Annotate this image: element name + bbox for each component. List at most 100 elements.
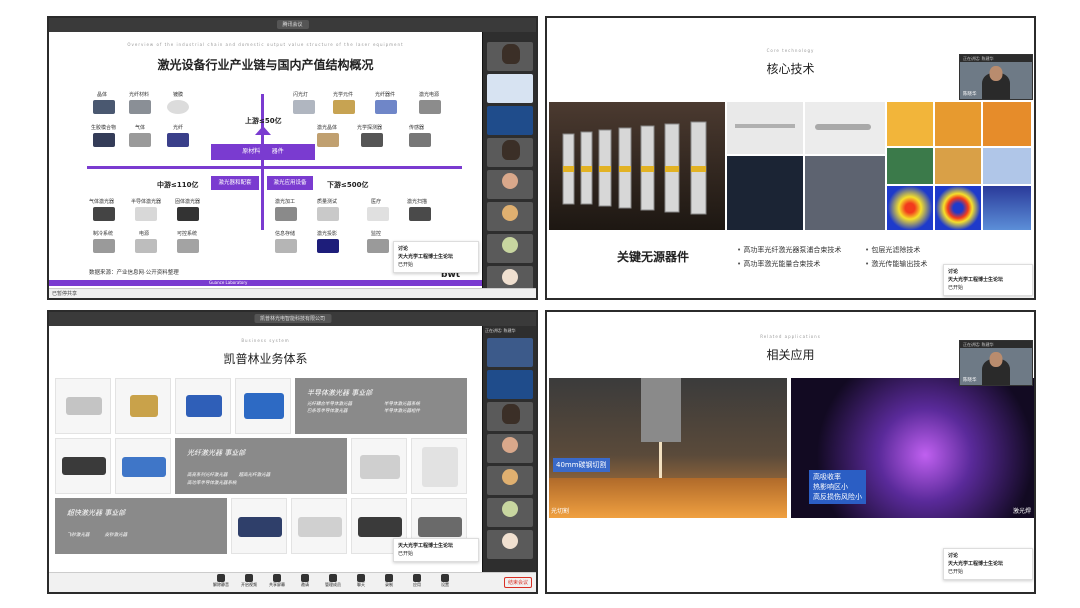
welding-tags: 高吸收率 热影响区小 高反损伤风险小 (809, 470, 866, 504)
medical-icon (367, 207, 389, 221)
item-label: 镀膜 (173, 92, 184, 98)
item-label: 制冷系统 (93, 231, 114, 237)
chat-header: 讨论 (398, 246, 409, 252)
slide-subtitle-en: Related applications (760, 334, 821, 339)
dept-item: 超高光纤激光器 (238, 473, 271, 478)
end-meeting-button[interactable]: 结束会议 (503, 577, 532, 588)
fiber-bundle-photo (983, 148, 1031, 184)
participant-tile[interactable] (487, 530, 533, 559)
toolbar-button[interactable]: 共享屏幕 (267, 574, 287, 588)
participant-tile[interactable] (487, 402, 533, 431)
members-icon (329, 574, 337, 582)
product-cell (115, 378, 171, 434)
status-bar: 已暂停共享 (49, 288, 536, 298)
fiber-cross-section-2 (935, 102, 981, 146)
toolbar-button[interactable]: 聊天 (351, 574, 371, 588)
bullet-item: 激光传能输出技术 (865, 259, 927, 269)
midstream-label: 中游≤110亿 (157, 181, 199, 189)
speaker-webcam[interactable]: 正在讲话: 陈建华 陈晓华 (959, 54, 1033, 100)
toolbar-button[interactable]: 应用 (407, 574, 427, 588)
panel-industry-chain: 腾讯会议 Overview of the industrial chain an… (47, 16, 538, 300)
cutting-tag: 40mm碳钢切割 (553, 458, 610, 472)
dept-item: 皮秒激光器 (104, 533, 128, 538)
invite-icon (301, 574, 309, 582)
person-head (989, 66, 1003, 81)
avatar (502, 404, 520, 424)
chat-from: 天大光学工程博士生论坛 (398, 543, 454, 549)
dept-title: 光纤激光器 事业部 (187, 449, 246, 457)
participant-tile[interactable] (487, 170, 533, 199)
panel-applications: Related applications 相关应用 40mm碳钢切割 光切割 高… (545, 310, 1036, 594)
footer-text: Guance Laboratory (209, 280, 248, 285)
item-label: 医疗 (371, 199, 382, 205)
item-label: 光纤 (173, 125, 184, 131)
storage-icon (275, 239, 297, 253)
laser-crystal-icon (317, 133, 339, 147)
avatar (502, 269, 518, 285)
chat-status: 已开始 (398, 551, 414, 557)
participant-tile[interactable] (487, 42, 533, 71)
beam-profile-3 (983, 186, 1031, 230)
participant-tile[interactable] (487, 498, 533, 527)
participant-tile[interactable] (487, 106, 533, 135)
item-label: 闪光灯 (293, 92, 309, 98)
chat-toast[interactable]: 讨论 天大光学工程博士生论坛 已开始 (943, 264, 1033, 296)
participant-tile[interactable] (487, 434, 533, 463)
slide-subtitle-en: Core technology (766, 48, 815, 53)
item-label: 生胶模合物 (91, 125, 117, 131)
upstream-box: 原材料 器件 (211, 144, 315, 160)
window-title: 凯普林光电智能科技有限公司 (253, 314, 332, 323)
gas-icon (129, 133, 151, 147)
welding-tag: 高吸收率 (813, 473, 841, 481)
dept-item: 高亮系列光纤激光器 (187, 473, 228, 478)
toolbar-button[interactable]: 解除静音 (211, 574, 231, 588)
fiber-icon (167, 133, 189, 147)
devices-label: 器件 (271, 148, 284, 155)
chat-header: 讨论 (948, 553, 959, 559)
key-passive-devices: 关键无源器件 (617, 250, 690, 264)
webcam-name: 陈晓华 (963, 92, 977, 97)
upstream-label: 上游≤50亿 (245, 117, 282, 125)
participant-tile[interactable] (487, 74, 533, 103)
participant-tile[interactable] (487, 338, 533, 367)
participant-tile[interactable] (487, 202, 533, 231)
bullet-item: 包层光滤除技术 (865, 245, 920, 255)
participant-tile[interactable] (487, 234, 533, 263)
participant-tile[interactable] (487, 138, 533, 167)
dept-item: 半导体激光器系统 (384, 402, 420, 407)
data-source: 数据来源：产业信息网·公开资料整理 (89, 270, 179, 276)
product-cell (351, 438, 407, 494)
item-label: 可控系统 (177, 231, 198, 237)
chat-icon (357, 574, 365, 582)
chat-toast[interactable]: 讨论 天大光学工程博士生论坛 已开始 (943, 548, 1033, 580)
apps-box: 激光应用设备 (267, 176, 313, 190)
fiber-cross-section-1 (887, 102, 933, 146)
toolbar-button[interactable]: 录制 (379, 574, 399, 588)
chat-toast[interactable]: 讨论 天大光学工程博士生论坛 已开始 (393, 241, 479, 273)
product-cell (411, 438, 467, 494)
toolbar-button[interactable]: 设置 (435, 574, 455, 588)
participant-tile[interactable] (487, 466, 533, 495)
monitor-icon (367, 239, 389, 253)
gas-laser-icon (93, 207, 115, 221)
camera-icon (245, 574, 253, 582)
chat-toast[interactable]: 天大光学工程博士生论坛 已开始 (393, 538, 479, 562)
dept-item: 巴条等半导体激光器 (307, 409, 348, 414)
dept-fiber: 光纤激光器 事业部 高亮系列光纤激光器 超高光纤激光器 高功率半导体激光器系统 (175, 438, 347, 494)
chat-status: 已开始 (948, 569, 964, 575)
speaker-webcam[interactable]: 正在讲话: 陈建华 陈晓华 (959, 340, 1033, 386)
laser-processing-icon (275, 207, 297, 221)
toolbar-button[interactable]: 管理成员 (323, 574, 343, 588)
meeting-titlebar: 腾讯会议 (49, 18, 536, 32)
avatar (502, 469, 518, 485)
person-head (989, 352, 1003, 367)
toolbar-button[interactable]: 开启视频 (239, 574, 259, 588)
toolbar-button[interactable]: 邀请 (295, 574, 315, 588)
module-photo (935, 148, 981, 184)
participant-tile[interactable] (487, 370, 533, 399)
avatar (502, 173, 518, 189)
bullet-item: 高功率激光能量合束技术 (737, 259, 820, 269)
fiber-cross-section-3 (983, 102, 1031, 146)
laser-cutting-photo: 40mm碳钢切割 光切割 (549, 378, 787, 518)
avatar (502, 237, 518, 253)
